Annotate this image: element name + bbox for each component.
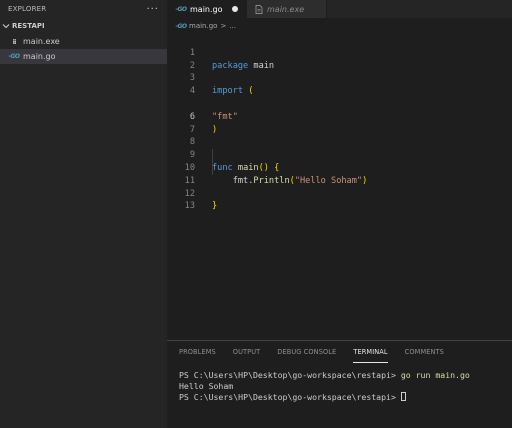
tab-label: main.exe: [267, 4, 305, 14]
code-line: 3 import (: [167, 60, 512, 96]
terminal-prompt: PS C:\Users\HP\Desktop\go-workspace\rest…: [179, 370, 401, 380]
code-line: 5 "fmt": [167, 85, 512, 122]
explorer-header: EXPLORER ···: [0, 0, 167, 18]
file-label: main.exe: [23, 37, 60, 46]
breadcrumb-symbol[interactable]: ...: [229, 22, 236, 30]
editor-tab-bar: -GO main.go main.exe: [167, 0, 512, 18]
exe-file-icon: ⁝⁝: [12, 37, 16, 46]
tab-label: main.go: [190, 4, 223, 14]
code-line: 4: [167, 72, 512, 96]
explorer-title: EXPLORER: [8, 5, 47, 13]
go-file-icon: -GO: [175, 5, 187, 13]
tab-debug-console[interactable]: DEBUG CONSOLE: [277, 341, 336, 363]
panel-tab-bar: PROBLEMS OUTPUT DEBUG CONSOLE TERMINAL C…: [167, 341, 512, 363]
file-label: main.go: [23, 52, 56, 61]
line-number: 13: [184, 201, 195, 212]
unsaved-dot-icon[interactable]: [232, 6, 238, 12]
file-item-main-go[interactable]: -GO main.go: [0, 49, 167, 64]
terminal-prompt: PS C:\Users\HP\Desktop\go-workspace\rest…: [179, 392, 401, 402]
terminal-output[interactable]: PS C:\Users\HP\Desktop\go-workspace\rest…: [167, 363, 512, 403]
code-line: 11: [167, 162, 512, 186]
file-item-main-exe[interactable]: ⁝⁝ main.exe: [0, 34, 167, 49]
terminal-command: go run main.go: [400, 370, 470, 380]
code-line: 10 fmt.Println("Hello Soham"): [167, 149, 512, 186]
tab-terminal[interactable]: TERMINAL: [353, 341, 388, 363]
tab-output[interactable]: OUTPUT: [233, 341, 260, 363]
code-line: 8: [167, 124, 512, 147]
breadcrumb-separator: >: [220, 22, 227, 30]
explorer-sidebar: EXPLORER ··· RESTAPI ⁝⁝ main.exe -GO mai…: [0, 0, 167, 428]
code-line: 7: [167, 111, 512, 135]
code-editor[interactable]: 1 package main 2 3 import ( 4 5 "fmt" 6 …: [167, 34, 512, 334]
code-line: 12 }: [167, 175, 512, 212]
code-line: 2: [167, 47, 512, 71]
code-line-current: 6 ): [167, 97, 512, 135]
file-icon: [255, 4, 263, 14]
bracket-token: }: [212, 201, 218, 212]
chevron-down-icon: [2, 24, 10, 29]
folder-restapi[interactable]: RESTAPI: [0, 18, 167, 34]
bottom-panel: PROBLEMS OUTPUT DEBUG CONSOLE TERMINAL C…: [167, 340, 512, 428]
code-line: 13: [167, 188, 512, 211]
tab-main-exe[interactable]: main.exe: [247, 0, 327, 18]
breadcrumb-file[interactable]: main.go: [189, 22, 217, 30]
terminal-cursor: [400, 392, 406, 401]
code-line: 9 func main() {: [167, 136, 512, 173]
code-line: 1 package main: [167, 34, 512, 71]
tab-comments[interactable]: COMMENTS: [405, 341, 444, 363]
tab-problems[interactable]: PROBLEMS: [179, 341, 216, 363]
more-actions-icon[interactable]: ···: [146, 4, 159, 15]
terminal-output-line: Hello Soham: [179, 381, 234, 391]
folder-label: RESTAPI: [12, 22, 45, 30]
breadcrumb: -GO main.go > ...: [167, 20, 236, 32]
tab-main-go[interactable]: -GO main.go: [167, 0, 247, 18]
go-file-icon: -GO: [8, 53, 20, 60]
go-file-icon: -GO: [175, 22, 187, 30]
